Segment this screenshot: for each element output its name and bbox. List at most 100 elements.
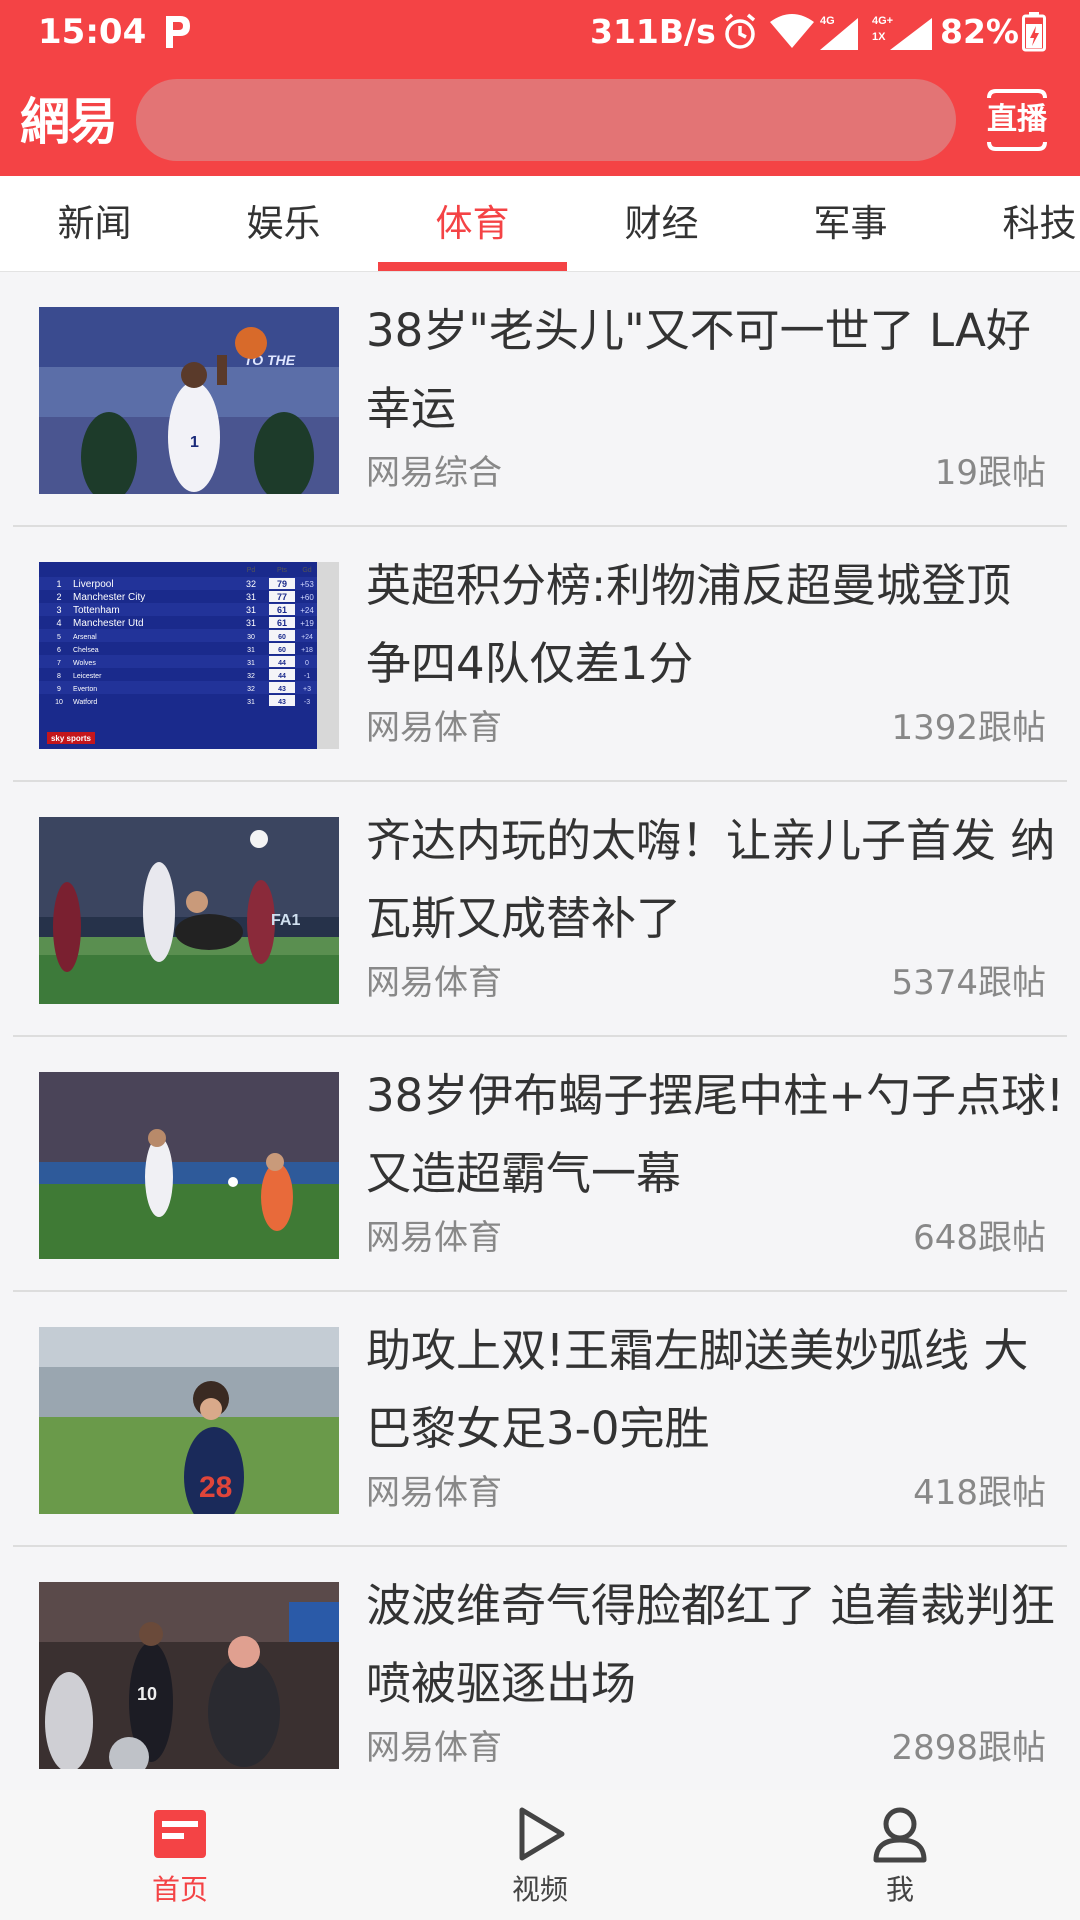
wifi-icon xyxy=(770,14,814,48)
league-table-played: 31 xyxy=(247,660,255,667)
news-list: TO THE 1 38岁"老头儿"又不可一世了 LA好幸运 网易综合 19跟帖 … xyxy=(0,272,1080,1802)
home-news-icon xyxy=(154,1810,206,1858)
news-item[interactable]: 10 波波维奇气得脸都红了 追着裁判狂喷被驱逐出场 网易体育 2898跟帖 xyxy=(0,1547,1080,1802)
league-table-position: 2 xyxy=(56,592,61,602)
news-source: 网易体育 xyxy=(366,1728,502,1768)
news-item[interactable]: 28 助攻上双!王霜左脚送美妙弧线 大巴黎女足3-0完胜 网易体育 418跟帖 xyxy=(0,1292,1080,1547)
nav-me-label: 我 xyxy=(885,1873,914,1906)
live-button[interactable]: 直播 xyxy=(986,88,1048,152)
league-table-team: Leicester xyxy=(73,673,102,680)
nav-me[interactable]: 我 xyxy=(780,1790,1020,1920)
league-table-position: 1 xyxy=(56,579,61,589)
tab-military[interactable]: 军事 xyxy=(756,176,945,271)
league-table-played: 31 xyxy=(247,699,255,706)
league-table-played: 32 xyxy=(246,579,256,589)
league-table-position: 9 xyxy=(57,686,61,693)
comment-count[interactable]: 19跟帖 xyxy=(935,450,1046,496)
league-table-goal-diff: +53 xyxy=(300,580,314,589)
league-table-team: Tottenham xyxy=(73,605,120,616)
news-thumbnail-womens-football: 28 xyxy=(39,1327,339,1514)
nav-home-label: 首页 xyxy=(151,1873,208,1906)
status-time: 15:04 xyxy=(38,12,147,52)
league-table-goal-diff: +19 xyxy=(300,619,314,628)
league-table-points: 79 xyxy=(277,579,287,589)
news-thumbnail-basketball-coach: 10 xyxy=(39,1582,339,1769)
news-thumbnail-penalty-kick xyxy=(39,1072,339,1259)
league-table-points: 61 xyxy=(277,605,287,615)
league-table-played: 31 xyxy=(246,592,256,602)
league-table-goal-diff: -1 xyxy=(304,673,310,680)
comment-count[interactable]: 2898跟帖 xyxy=(891,1725,1046,1771)
comment-count[interactable]: 5374跟帖 xyxy=(891,960,1046,1006)
news-source: 网易体育 xyxy=(366,1473,502,1513)
svg-text:4G+: 4G+ xyxy=(872,15,893,27)
channel-tabs: 新闻 娱乐 体育 财经 军事 科技 xyxy=(0,176,1080,272)
tab-entertainment[interactable]: 娱乐 xyxy=(189,176,378,271)
news-item[interactable]: Pd Pts Gd 1 Liverpool 32 79 +53 2 Manchester City… xyxy=(0,527,1080,782)
league-table-header: Gd xyxy=(302,567,311,574)
sky-sports-logo: sky sports xyxy=(51,734,92,743)
league-table-header: Pts xyxy=(277,567,288,574)
app-header: 15:04 311B/s 4G 4G+ 1X 82% 網易 直播 xyxy=(0,0,1080,176)
league-table-position: 7 xyxy=(57,660,61,667)
league-table-goal-diff: +18 xyxy=(301,647,313,654)
league-table-played: 31 xyxy=(246,605,256,615)
p-app-icon xyxy=(156,10,196,54)
league-table-team: Manchester Utd xyxy=(73,618,144,629)
news-thumbnail-basketball-dunk: TO THE 1 xyxy=(39,307,339,494)
league-table-team: Everton xyxy=(73,686,97,693)
news-item[interactable]: FA1 齐达内玩的太嗨！让亲儿子首发 纳瓦斯又成替补了 网易体育 5374跟帖 xyxy=(0,782,1080,1037)
play-icon xyxy=(519,1807,565,1861)
news-title[interactable]: 38岁伊布蝎子摆尾中柱+勺子点球!又造超霸气一幕 xyxy=(366,1057,1066,1213)
svg-text:1X: 1X xyxy=(872,31,886,43)
search-input[interactable] xyxy=(136,79,956,161)
news-title[interactable]: 38岁"老头儿"又不可一世了 LA好幸运 xyxy=(366,292,1066,448)
league-table-team: Manchester City xyxy=(73,592,145,603)
nav-home[interactable]: 首页 xyxy=(60,1790,300,1920)
battery-percent: 82% xyxy=(940,12,1019,51)
svg-text:FA1: FA1 xyxy=(271,912,300,929)
comment-count[interactable]: 648跟帖 xyxy=(913,1215,1046,1261)
nav-video-label: 视频 xyxy=(511,1873,568,1906)
netease-logo[interactable]: 網易 xyxy=(20,92,118,152)
league-table-position: 3 xyxy=(56,605,61,615)
news-title[interactable]: 波波维奇气得脸都红了 追着裁判狂喷被驱逐出场 xyxy=(366,1567,1066,1723)
news-title[interactable]: 齐达内玩的太嗨！让亲儿子首发 纳瓦斯又成替补了 xyxy=(366,802,1066,958)
league-table-position: 4 xyxy=(56,618,61,628)
nav-video[interactable]: 视频 xyxy=(420,1790,660,1920)
league-table-team: Wolves xyxy=(73,660,96,667)
alarm-icon xyxy=(724,13,756,49)
league-table-played: 31 xyxy=(246,618,256,628)
league-table-played: 32 xyxy=(247,673,255,680)
news-item[interactable]: TO THE 1 38岁"老头儿"又不可一世了 LA好幸运 网易综合 19跟帖 xyxy=(0,272,1080,527)
tab-sports[interactable]: 体育 xyxy=(378,176,567,271)
svg-text:28: 28 xyxy=(199,1471,232,1504)
signal-4g-1x-icon: 4G+ 1X xyxy=(872,15,932,50)
league-table-points: 44 xyxy=(278,673,286,680)
league-table-played: 30 xyxy=(247,634,255,641)
league-table-position: 10 xyxy=(55,699,63,706)
tab-news[interactable]: 新闻 xyxy=(0,176,189,271)
league-table-goal-diff: 0 xyxy=(305,660,309,667)
news-source: 网易体育 xyxy=(366,708,502,748)
svg-text:4G: 4G xyxy=(820,15,835,27)
comment-count[interactable]: 1392跟帖 xyxy=(891,705,1046,751)
league-table-header: Pd xyxy=(247,567,256,574)
league-table-points: 43 xyxy=(278,699,286,706)
network-speed: 311B/s xyxy=(590,12,716,51)
tab-finance[interactable]: 财经 xyxy=(567,176,756,271)
league-table-points: 60 xyxy=(278,634,286,641)
live-label: 直播 xyxy=(987,102,1047,137)
news-title[interactable]: 助攻上双!王霜左脚送美妙弧线 大巴黎女足3-0完胜 xyxy=(366,1312,1066,1468)
tab-technology[interactable]: 科技 xyxy=(945,176,1080,271)
comment-count[interactable]: 418跟帖 xyxy=(913,1470,1046,1516)
svg-text:1: 1 xyxy=(190,434,199,451)
news-title[interactable]: 英超积分榜:利物浦反超曼城登顶 争四4队仅差1分 xyxy=(366,547,1066,703)
user-icon xyxy=(873,1807,927,1863)
status-icons: 4G 4G+ 1X xyxy=(722,12,940,52)
league-table-points: 61 xyxy=(277,618,287,628)
league-table-goal-diff: +24 xyxy=(301,634,313,641)
news-item[interactable]: 38岁伊布蝎子摆尾中柱+勺子点球!又造超霸气一幕 网易体育 648跟帖 xyxy=(0,1037,1080,1292)
news-source: 网易综合 xyxy=(366,453,502,493)
svg-text:10: 10 xyxy=(137,1684,157,1704)
